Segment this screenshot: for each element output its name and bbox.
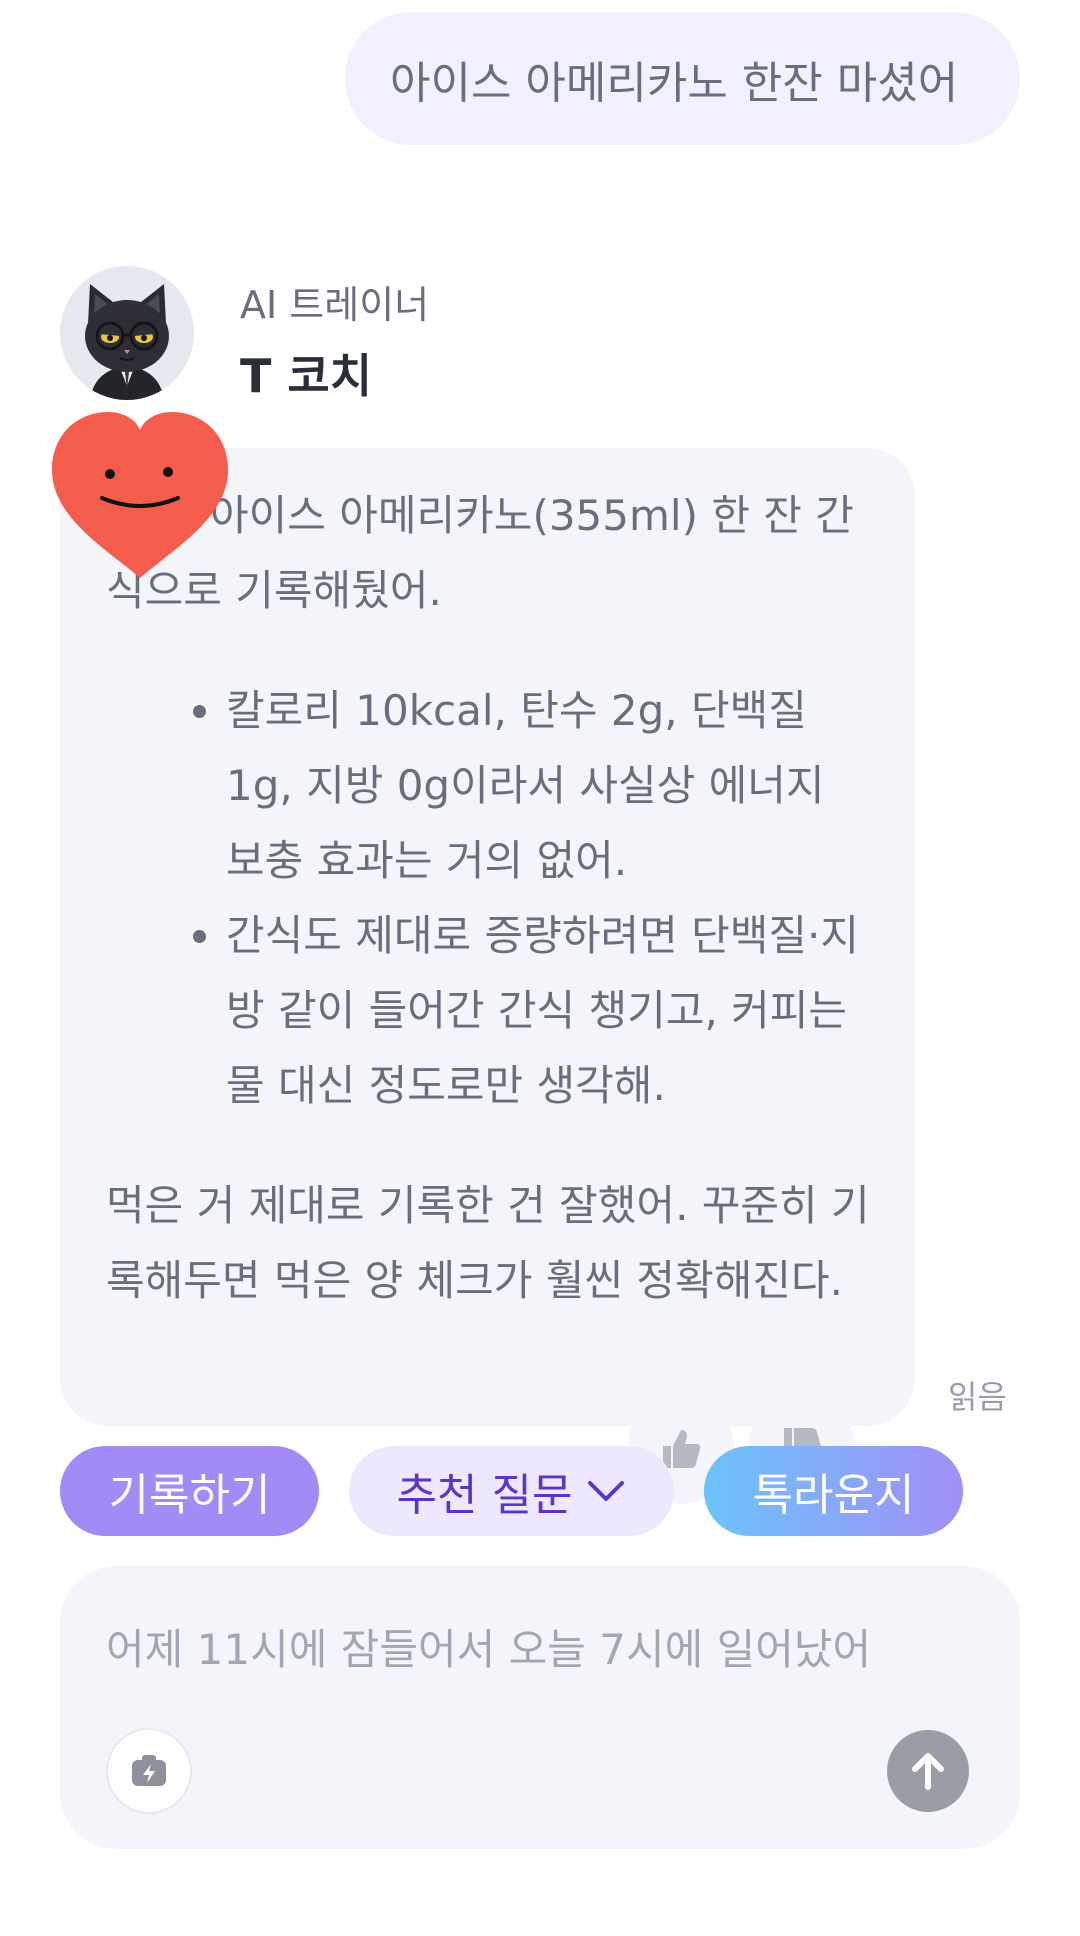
arrow-up-icon	[912, 1753, 944, 1790]
user-message-text: 아이스 아메리카노 한잔 마셨어	[390, 57, 959, 109]
attach-photo-button[interactable]	[106, 1728, 192, 1814]
record-button-label: 기록하기	[108, 1470, 271, 1521]
black-cat-avatar-icon	[60, 266, 194, 400]
chevron-down-icon	[588, 1481, 625, 1501]
user-message-bubble: 아이스 아메리카노 한잔 마셨어	[345, 12, 1020, 145]
thumbs-up-icon	[663, 1430, 701, 1468]
ai-message-bubble: 좋아, 아이스 아메리카노(355ml) 한 잔 간식으로 기록해뒀어. 칼로리…	[60, 448, 915, 1426]
suggested-questions-button[interactable]: 추천 질문	[349, 1446, 674, 1536]
record-button[interactable]: 기록하기	[60, 1446, 319, 1536]
read-status: 읽음	[948, 1378, 1007, 1416]
send-button[interactable]	[887, 1730, 969, 1812]
talk-lounge-button[interactable]: 톡라운지	[704, 1446, 963, 1536]
smiling-heart-icon	[48, 410, 232, 580]
suggested-questions-label: 추천 질문	[396, 1470, 573, 1521]
message-input-box[interactable]: 어제 11시에 잠들어서 오늘 7시에 일어났어	[60, 1566, 1020, 1849]
ai-avatar[interactable]	[60, 266, 194, 400]
ai-message-closing: 먹은 거 제대로 기록한 건 잘했어. 꾸준히 기록해두면 먹은 양 체크가 훨…	[106, 1181, 870, 1305]
camera-bolt-icon	[132, 1755, 166, 1786]
talk-lounge-label: 톡라운지	[752, 1470, 915, 1521]
list-item: 칼로리 10kcal, 탄수 2g, 단백질 1g, 지방 0g이라서 사실상 …	[226, 673, 871, 898]
ai-message-bullets: 칼로리 10kcal, 탄수 2g, 단백질 1g, 지방 0g이라서 사실상 …	[106, 673, 871, 1123]
ai-role-label: AI 트레이너	[240, 283, 430, 327]
message-input-placeholder[interactable]: 어제 11시에 잠들어서 오늘 7시에 일어났어	[106, 1616, 871, 1677]
ai-name-label: T 코치	[240, 349, 373, 403]
list-item: 간식도 제대로 증량하려면 단백질·지방 같이 들어간 간식 챙기고, 커피는 …	[226, 898, 871, 1123]
